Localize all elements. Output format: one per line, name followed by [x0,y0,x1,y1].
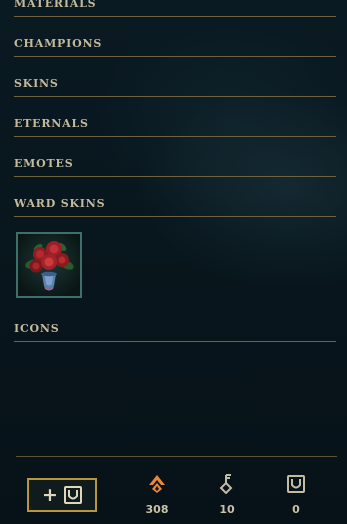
section-title: CHAMPIONS [14,37,103,50]
currency-key-fragments[interactable]: 10 [207,474,247,516]
section-title: SKINS [14,77,59,90]
section-title: MATERIALS [14,0,97,10]
currency-chests[interactable]: 0 [276,474,316,516]
section-eternals[interactable]: ETERNALS [14,108,336,137]
section-emotes[interactable]: EMOTES [14,148,336,177]
section-title: WARD SKINS [14,197,106,210]
chests-value: 0 [292,503,300,516]
section-icons[interactable]: ICONS [14,313,336,342]
section-ward-skins[interactable]: WARD SKINS [14,188,336,217]
craft-chest-button[interactable]: + [27,478,97,512]
currency-orange-essence[interactable]: 308 [137,474,177,516]
chest-icon [287,475,305,493]
plus-icon: + [42,483,58,506]
ward-skin-tile[interactable] [16,232,82,298]
section-title: ETERNALS [14,117,89,130]
section-skins[interactable]: SKINS [14,68,336,97]
key-fragment-icon [219,474,233,494]
orange-essence-value: 308 [145,503,169,516]
rose-bouquet-ward-icon [18,234,80,296]
key-fragments-value: 10 [219,503,235,516]
orange-essence-icon [149,475,165,493]
section-champions[interactable]: CHAMPIONS [14,28,336,57]
chest-icon [63,486,82,504]
section-materials[interactable]: MATERIALS [14,0,336,17]
footer-divider [16,456,337,457]
section-title: EMOTES [14,157,74,170]
section-title: ICONS [14,322,60,335]
